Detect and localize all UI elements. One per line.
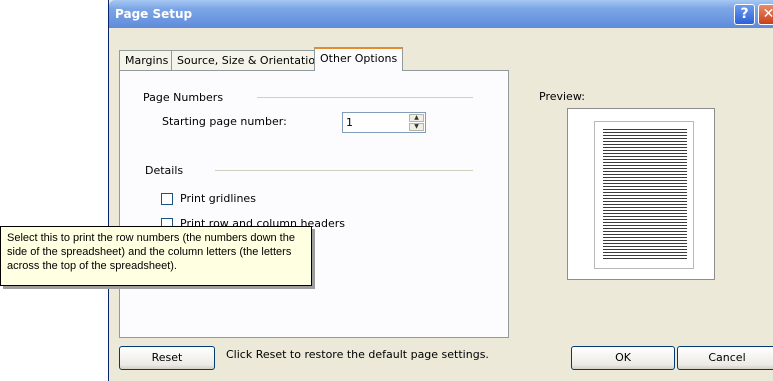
page-setup-dialog: Page Setup ? ✕ Margins Source, Size & Or… [108, 0, 773, 381]
cancel-button[interactable]: Cancel [677, 346, 773, 370]
ok-button[interactable]: OK [571, 346, 675, 370]
details-group-title: Details [145, 164, 184, 177]
spin-up-icon[interactable]: ▲ [409, 114, 424, 122]
page-numbers-divider [257, 97, 473, 98]
dialog-title: Page Setup [115, 7, 193, 21]
preview-page [594, 121, 694, 269]
headers-tooltip: Select this to print the row numbers (th… [0, 226, 312, 286]
preview-box [567, 108, 715, 280]
title-bar[interactable]: Page Setup ? ✕ [109, 0, 773, 28]
page-numbers-group-title: Page Numbers [143, 91, 224, 104]
starting-page-number-stepper[interactable]: 1 ▲ ▼ [342, 112, 426, 133]
spin-down-icon[interactable]: ▼ [409, 123, 424, 131]
preview-label: Preview: [539, 90, 585, 103]
details-divider [215, 170, 473, 171]
spin-buttons: ▲ ▼ [409, 114, 424, 131]
starting-page-number-label: Starting page number: [162, 115, 287, 128]
tab-margins[interactable]: Margins [119, 50, 175, 70]
tab-other-options[interactable]: Other Options [314, 47, 404, 71]
preview-text-lines [603, 129, 687, 259]
starting-page-number-value[interactable]: 1 [346, 116, 353, 129]
print-gridlines-checkbox[interactable] [161, 193, 173, 205]
reset-hint-text: Click Reset to restore the default page … [226, 348, 489, 361]
help-button[interactable]: ? [734, 4, 755, 25]
print-gridlines-label[interactable]: Print gridlines [180, 192, 256, 205]
tab-source-size-orientation[interactable]: Source, Size & Orientation [171, 50, 329, 70]
options-panel: Page Numbers Starting page number: 1 ▲ ▼… [119, 70, 509, 338]
reset-button[interactable]: Reset [119, 346, 215, 370]
close-button[interactable]: ✕ [758, 4, 773, 25]
